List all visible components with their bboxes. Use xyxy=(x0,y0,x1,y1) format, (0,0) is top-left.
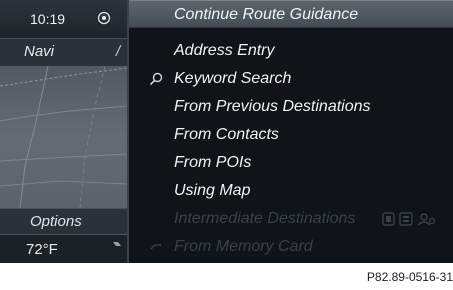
person-icon xyxy=(417,213,436,226)
temperature-bar: 72°F xyxy=(0,234,127,263)
navi-label: Navi xyxy=(24,43,55,60)
menu-item-label: Intermediate Destinations xyxy=(174,210,356,227)
menu-item-label: Continue Route Guidance xyxy=(174,6,359,23)
map-roads xyxy=(0,66,127,208)
navi-separator: / xyxy=(116,43,121,60)
left-panel: 10:19 Navi / Options 72°F xyxy=(0,0,127,263)
status-bar: 10:19 xyxy=(0,0,127,38)
menu-item-label: From Contacts xyxy=(174,126,279,143)
figure-reference-code: P82.89-0516-31 xyxy=(366,270,453,284)
gps-target-icon xyxy=(97,11,111,25)
menu-item-keyword-search[interactable]: Keyword Search xyxy=(129,65,453,93)
menu-item-from-pois[interactable]: From POIs xyxy=(129,149,453,177)
temperature-readout: 72°F xyxy=(26,241,58,258)
memory-card-icon xyxy=(150,244,161,250)
menu-item-intermediate-destinations: Intermediate Destinations xyxy=(129,205,453,233)
card-icon xyxy=(399,212,413,226)
clock: 10:19 xyxy=(30,11,66,27)
navi-menu-button[interactable]: Navi / xyxy=(0,38,127,67)
options-label: Options xyxy=(30,213,82,230)
menu-item-continue-route-guidance[interactable]: Continue Route Guidance xyxy=(129,0,453,28)
menu-item-label: Using Map xyxy=(174,182,251,199)
search-icon xyxy=(149,72,163,86)
menu-item-label: Keyword Search xyxy=(174,70,292,87)
signal-icon xyxy=(113,242,121,246)
media-icon xyxy=(382,212,395,226)
options-button[interactable]: Options xyxy=(0,208,127,235)
menu-item-from-contacts[interactable]: From Contacts xyxy=(129,121,453,149)
navigation-screen: 10:19 Navi / Options 72°F Continue Route… xyxy=(0,0,453,263)
menu-item-from-previous-destinations[interactable]: From Previous Destinations xyxy=(129,93,453,121)
menu-item-using-map[interactable]: Using Map xyxy=(129,177,453,205)
menu-item-label: From POIs xyxy=(174,154,252,171)
menu-item-label: Address Entry xyxy=(174,42,275,59)
menu-item-label: From Previous Destinations xyxy=(174,98,371,115)
map-view[interactable] xyxy=(0,66,127,208)
menu-item-from-memory-card: From Memory Card xyxy=(129,233,453,261)
intermediate-destination-icons xyxy=(382,211,442,227)
menu-item-address-entry[interactable]: Address Entry xyxy=(129,37,453,65)
menu-item-label: From Memory Card xyxy=(174,238,313,255)
destination-menu: Continue Route Guidance Address Entry Ke… xyxy=(127,0,453,263)
